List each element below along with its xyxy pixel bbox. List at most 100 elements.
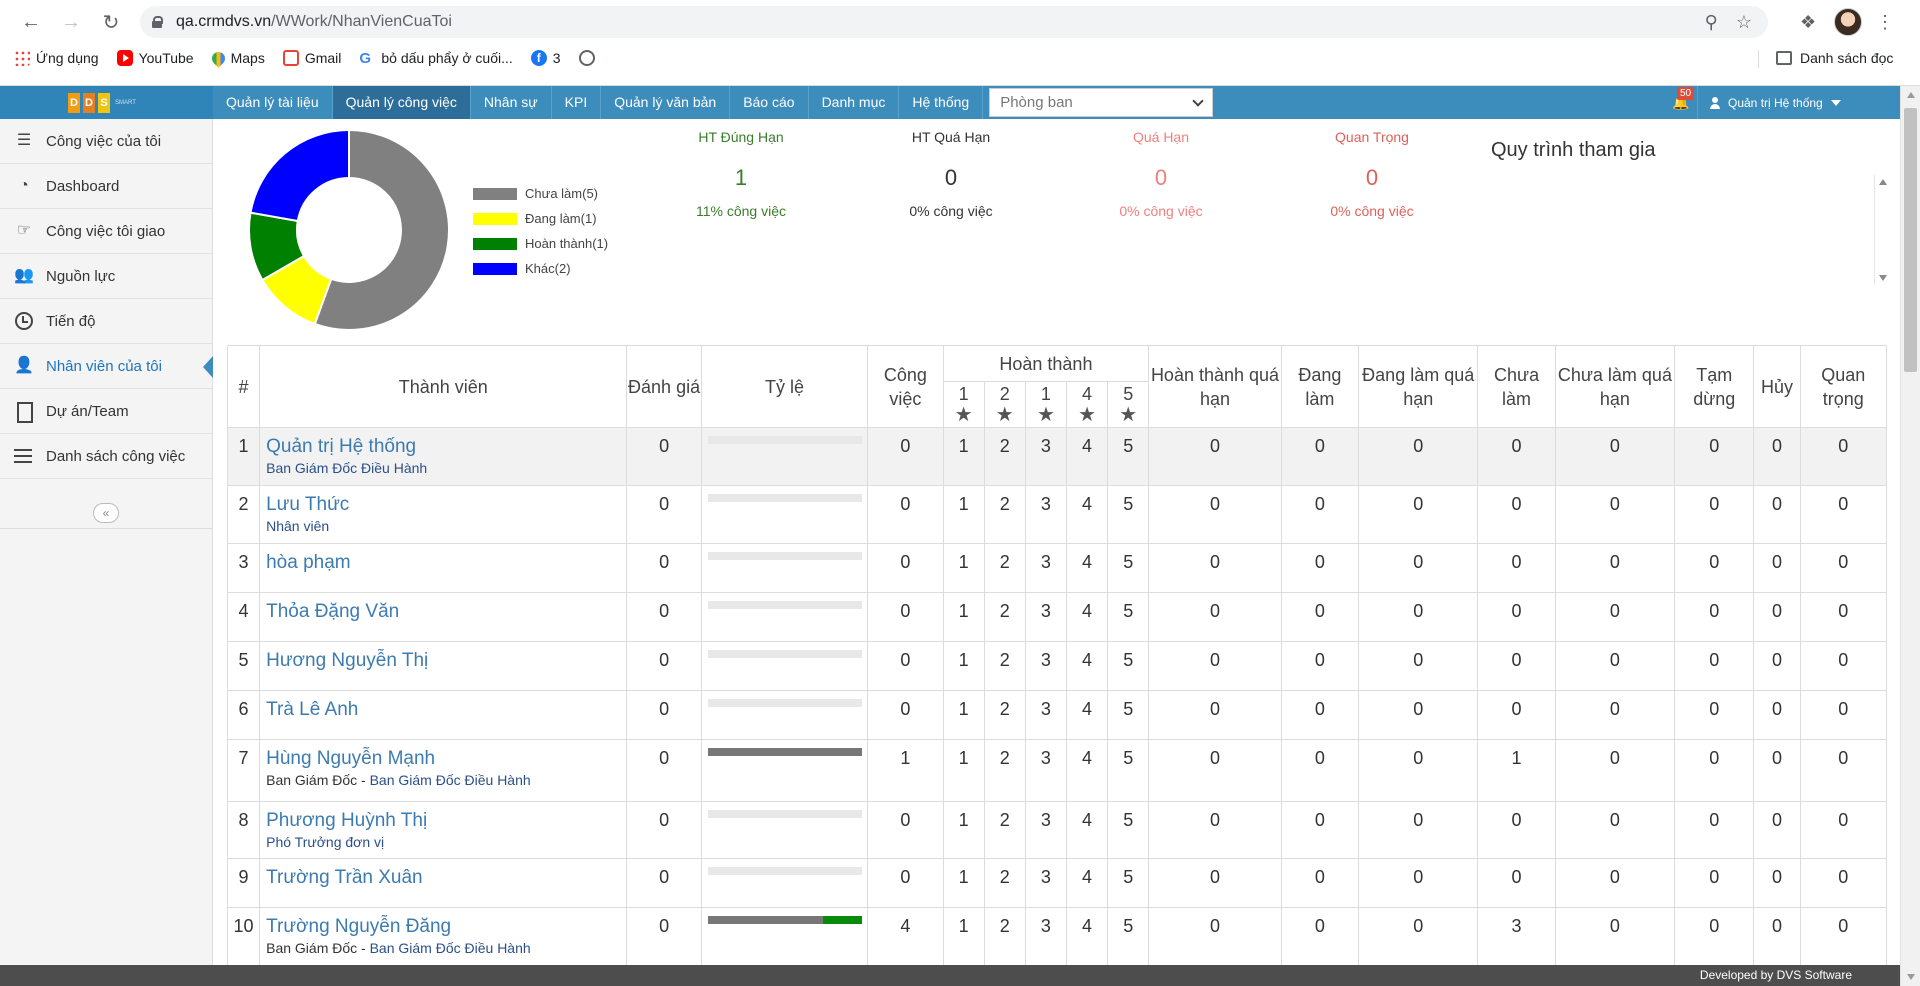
col-star-1[interactable]: 1 ★	[942, 381, 985, 428]
nav-item[interactable]: Quản lý công việc	[332, 86, 471, 119]
member-name-link[interactable]: Quản trị Hệ thống	[266, 436, 626, 458]
legend-item[interactable]: Chưa làm(5)	[473, 181, 608, 206]
col-star-5[interactable]: 5 ★	[1107, 381, 1150, 428]
collapse-sidebar-icon[interactable]: «	[93, 503, 119, 523]
col-cancelled[interactable]: Hủy	[1753, 345, 1801, 428]
nav-item[interactable]: Báo cáo	[730, 86, 809, 119]
forward-icon[interactable]: →	[54, 10, 88, 34]
department-select[interactable]: Phòng ban	[989, 88, 1214, 117]
extensions-icon[interactable]: ❖	[1800, 12, 1820, 32]
reading-list-button[interactable]: Danh sách đọc	[1757, 50, 1893, 68]
zoom-icon[interactable]: ⚲	[1705, 12, 1718, 33]
browser-menu-icon[interactable]: ⋮	[1876, 12, 1894, 33]
profile-avatar[interactable]	[1834, 8, 1862, 36]
nav-item[interactable]: Hệ thống	[899, 86, 984, 119]
sidebar-item[interactable]: ◔ Dashboard	[0, 164, 212, 209]
member-name-link[interactable]: Thỏa Đặng Văn	[266, 601, 626, 623]
legend-swatch	[473, 237, 517, 250]
col-completed-late[interactable]: Hoàn thành quá hạn	[1148, 345, 1282, 428]
bookmark-item[interactable]: YouTube	[116, 50, 194, 66]
table-row[interactable]: 10 Trường Nguyễn Đăng Ban Giám Đốc - Ban G…	[226, 907, 1888, 965]
back-icon[interactable]: ←	[14, 10, 48, 34]
table-row[interactable]: 8 Phương Huỳnh Thị Phó Trưởng đơn vị 0 0 1 2 3 4…	[226, 801, 1888, 859]
table-row[interactable]: 5 Hương Nguyễn Thị 0 0 1 2 3 4 5 0 0 0 0 0 0 0 0	[226, 641, 1888, 691]
col-star-2[interactable]: 2 ★	[983, 381, 1026, 428]
member-name-link[interactable]: Hùng Nguyễn Mạnh	[266, 748, 626, 770]
sidebar-item[interactable]: ☞ Công việc tôi giao	[0, 209, 212, 254]
user-menu[interactable]: Quản trị Hệ thống	[1710, 86, 1841, 119]
legend-item[interactable]: Đang làm(1)	[473, 206, 608, 231]
bookmark-item[interactable]: Maps	[208, 48, 265, 68]
member-name-link[interactable]: Hương Nguyễn Thị	[266, 650, 626, 672]
sidebar-item[interactable]: Dự án/Team	[0, 389, 212, 434]
bookmark-item[interactable]: Gbỏ dấu phẩy ở cuối...	[359, 50, 512, 67]
member-name-link[interactable]: Lưu Thức	[266, 494, 626, 516]
col-member[interactable]: Thành viên	[259, 345, 628, 428]
cell-s1: 1	[942, 739, 985, 802]
col-not-started[interactable]: Chưa làm	[1477, 345, 1556, 428]
col-important[interactable]: Quan trọng	[1799, 345, 1888, 428]
table-row[interactable]: 4 Thỏa Đặng Văn 0 0 1 2 3 4 5 0 0 0 0 0 0 0 0	[226, 592, 1888, 642]
address-bar[interactable]: qa.crmdvs.vn/WWork/NhanVienCuaToi ⚲ ☆	[140, 6, 1768, 38]
page-scrollbar[interactable]	[1900, 86, 1920, 986]
bookmark-star-icon[interactable]: ☆	[1736, 12, 1752, 33]
nav-item[interactable]: Quản lý văn bản	[601, 86, 731, 119]
col-rating[interactable]: Đánh giá	[626, 345, 702, 428]
member-name-link[interactable]: hòa phạm	[266, 552, 626, 574]
col-completed[interactable]: Hoàn thành	[942, 345, 1150, 382]
member-name-link[interactable]: Trà Lê Anh	[266, 699, 626, 721]
table-row[interactable]: 7 Hùng Nguyễn Mạnh Ban Giám Đốc - Ban Giám…	[226, 739, 1888, 802]
table-row[interactable]: 9 Trường Trần Xuân 0 0 1 2 3 4 5 0 0 0 0 0 0 0 0	[226, 858, 1888, 908]
col-star-3[interactable]: 1 ★	[1024, 381, 1067, 428]
nav-item[interactable]: KPI	[552, 86, 602, 119]
bookmark-item[interactable]	[578, 50, 595, 66]
bookmark-item[interactable]: Gmail	[282, 50, 341, 66]
url-text[interactable]: qa.crmdvs.vn/WWork/NhanVienCuaToi	[176, 13, 452, 31]
legend-item[interactable]: Khác(2)	[473, 256, 608, 281]
col-paused[interactable]: Tạm dừng	[1674, 345, 1755, 428]
sidebar-item[interactable]: Tiến độ	[0, 299, 212, 344]
sidebar-item[interactable]: Danh sách công việc	[0, 434, 212, 479]
table-row[interactable]: 3 hòa phạm 0 0 1 2 3 4 5 0 0 0 0 0 0 0 0	[226, 543, 1888, 593]
scroll-up-icon[interactable]	[1879, 179, 1887, 185]
scroll-up-icon[interactable]	[1907, 92, 1915, 98]
star-icon: ★	[1119, 403, 1138, 426]
scroll-down-icon[interactable]	[1879, 275, 1887, 281]
col-in-progress[interactable]: Đang làm	[1280, 345, 1360, 428]
reload-icon[interactable]: ↻	[94, 10, 128, 34]
nav-item[interactable]: Danh mục	[809, 86, 900, 119]
scroll-down-icon[interactable]	[1907, 974, 1915, 980]
member-name-link[interactable]: Trường Nguyễn Đăng	[266, 916, 626, 938]
sidebar-item-label: Danh sách công việc	[46, 447, 186, 465]
col-star-4[interactable]: 4 ★	[1065, 381, 1109, 428]
bookmark-item[interactable]: Ứng dụng	[14, 50, 99, 66]
sidebar-item[interactable]: ☰ Công việc của tôi	[0, 119, 212, 164]
member-name-link[interactable]: Phương Huỳnh Thị	[266, 810, 626, 832]
cell-s4: 4	[1065, 690, 1109, 740]
col-index[interactable]: #	[226, 345, 261, 428]
lock-icon[interactable]	[152, 16, 163, 28]
donut-slice[interactable]	[249, 128, 350, 223]
legend-item[interactable]: Hoàn thành(1)	[473, 231, 608, 256]
sidebar-item[interactable]: 👤 Nhân viên của tôi	[0, 344, 213, 389]
dds-logo[interactable]: D D S SMART	[0, 86, 213, 119]
bookmark-label: 3	[552, 50, 561, 66]
nav-item[interactable]: Quản lý tài liệu	[213, 86, 333, 119]
cell-paused: 0	[1674, 907, 1755, 965]
bookmark-item[interactable]: f3	[530, 50, 561, 66]
flow-scrollbar[interactable]	[1874, 175, 1890, 285]
table-row[interactable]: 6 Trà Lê Anh 0 0 1 2 3 4 5 0 0 0 0 0 0 0 0	[226, 690, 1888, 740]
nav-item[interactable]: Nhân sự	[471, 86, 552, 119]
legend-label: Đang làm(1)	[525, 211, 597, 226]
member-name-link[interactable]: Trường Trần Xuân	[266, 867, 626, 889]
col-in-progress-late[interactable]: Đang làm quá hạn	[1357, 345, 1479, 428]
table-row[interactable]: 1 Quản trị Hệ thống Ban Giám Đốc Điều Hành…	[226, 427, 1888, 486]
col-tasks[interactable]: Công việc	[867, 345, 944, 428]
sidebar-item[interactable]: 👥 Nguồn lực	[0, 254, 212, 299]
table-row[interactable]: 2 Lưu Thức Nhân viên 0 0 1 2 3 4 5 0 0 0 0 0 0 0 0	[226, 485, 1888, 544]
cell-doing: 0	[1280, 427, 1360, 486]
scrollbar-thumb[interactable]	[1904, 108, 1917, 372]
col-not-started-late[interactable]: Chưa làm quá hạn	[1554, 345, 1676, 428]
col-ratio[interactable]: Tỷ lệ	[700, 345, 869, 428]
legend-swatch	[473, 262, 517, 275]
